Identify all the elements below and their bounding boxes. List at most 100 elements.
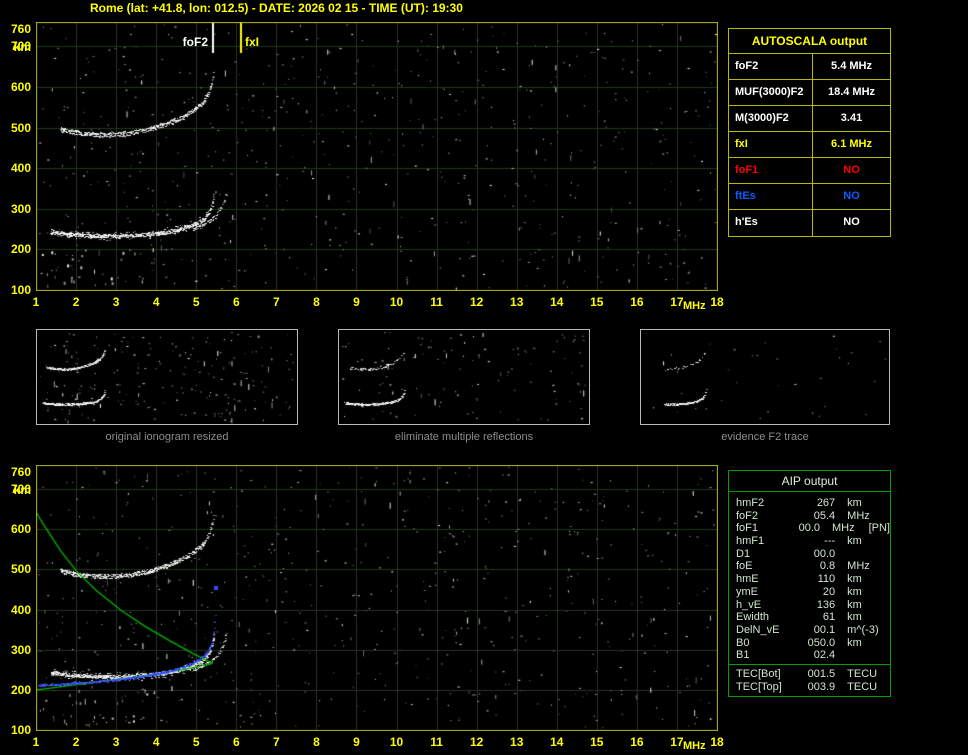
table-row: hmF2267km: [736, 497, 890, 510]
x-tick-label: 16: [626, 735, 648, 749]
param-value: 050.0: [796, 637, 835, 650]
x-tick-label: 1: [25, 735, 47, 749]
table-row: h'Es NO: [729, 210, 890, 236]
param-value: NO: [813, 184, 890, 209]
table-row: h_vE136km: [736, 599, 890, 612]
table-row: Ewidth61km: [736, 611, 890, 624]
param-name: B0: [736, 637, 796, 650]
x-tick-label: 18: [706, 735, 728, 749]
param-value: 5.4 MHz: [813, 54, 890, 79]
mini-panel-original: [36, 329, 298, 425]
mini-original-canvas: [37, 330, 297, 424]
top-ionogram-panel: foF2 fxI: [36, 22, 718, 291]
x-tick-label: 4: [145, 735, 167, 749]
aip-table-title: AIP output: [729, 471, 890, 492]
table-row: hmF1---km: [736, 535, 890, 548]
param-extra: [PN]: [869, 522, 890, 535]
autoscala-table-title: AUTOSCALA output: [729, 29, 890, 54]
param-value: 61: [796, 611, 835, 624]
mini-caption-cleaned: eliminate multiple reflections: [338, 431, 590, 443]
x-tick-label: 11: [426, 295, 448, 309]
param-name: fxI: [729, 132, 813, 157]
param-name: hmF1: [736, 535, 796, 548]
mini-cleaned-canvas: [339, 330, 589, 424]
x-tick-label: 13: [506, 735, 528, 749]
y-tick-label: 600: [0, 523, 31, 536]
x-tick-label: 6: [225, 735, 247, 749]
x-tick-label: 7: [265, 735, 287, 749]
param-name: D1: [736, 548, 796, 561]
param-name: MUF(3000)F2: [729, 80, 813, 105]
param-value: 00.0: [787, 522, 820, 535]
param-unit: km: [847, 535, 888, 548]
x-tick-label: 11: [426, 735, 448, 749]
y-tick-label: 200: [0, 243, 31, 256]
param-name: DelN_vE: [736, 624, 796, 637]
y-tick-label: 400: [0, 162, 31, 175]
table-row: foE0.8MHz: [736, 560, 890, 573]
table-row: B102.4: [736, 649, 890, 662]
param-unit: [847, 649, 888, 662]
x-tick-label: 15: [586, 735, 608, 749]
param-name: B1: [736, 649, 796, 662]
param-name: h'Es: [729, 210, 813, 236]
x-tick-label: 14: [546, 735, 568, 749]
param-name: foF2: [736, 510, 796, 523]
y-axis-unit: km: [0, 484, 31, 497]
param-value: 003.9: [796, 681, 835, 694]
param-value: 18.4 MHz: [813, 80, 890, 105]
y-tick-label: 760: [0, 466, 31, 479]
table-row: fxI 6.1 MHz: [729, 132, 890, 158]
param-name: hmE: [736, 573, 796, 586]
y-tick-label: 400: [0, 604, 31, 617]
x-tick-label: 16: [626, 295, 648, 309]
page-title: Rome (lat: +41.8, lon: 012.5) - DATE: 20…: [90, 1, 463, 15]
param-value: 267: [796, 497, 835, 510]
y-tick-label: 500: [0, 563, 31, 576]
param-name: Ewidth: [736, 611, 796, 624]
param-value: 6.1 MHz: [813, 132, 890, 157]
param-value: 20: [796, 586, 835, 599]
x-tick-label: 9: [345, 295, 367, 309]
table-row: foF1 NO: [729, 158, 890, 184]
x-tick-label: 2: [65, 295, 87, 309]
param-name: ymE: [736, 586, 796, 599]
table-row: MUF(3000)F2 18.4 MHz: [729, 80, 890, 106]
fof2-marker-label: foF2: [174, 35, 208, 49]
param-value: 3.41: [813, 106, 890, 131]
x-tick-label: 12: [466, 295, 488, 309]
x-tick-label: 10: [386, 295, 408, 309]
param-value: 00.0: [796, 548, 835, 561]
x-tick-label: 8: [305, 735, 327, 749]
x-tick-label: 8: [305, 295, 327, 309]
param-name: M(3000)F2: [729, 106, 813, 131]
aip-tec-section: TEC[Bot]001.5TECU TEC[Top]003.9TECU: [729, 664, 890, 693]
x-tick-label: 6: [225, 295, 247, 309]
table-row: DelN_vE00.1m^(-3): [736, 624, 890, 637]
param-name: TEC[Bot]: [736, 668, 796, 681]
param-unit: m^(-3): [847, 624, 888, 637]
autoscala-window: Rome (lat: +41.8, lon: 012.5) - DATE: 20…: [0, 0, 968, 755]
param-name: foF2: [729, 54, 813, 79]
x-tick-label: 15: [586, 295, 608, 309]
param-name: foF1: [729, 158, 813, 183]
param-value: 110: [796, 573, 835, 586]
x-tick-label: 4: [145, 295, 167, 309]
x-tick-label: 3: [105, 295, 127, 309]
table-row: hmE110km: [736, 573, 890, 586]
param-value: 05.4: [796, 510, 835, 523]
table-row: M(3000)F2 3.41: [729, 106, 890, 132]
param-value: 02.4: [796, 649, 835, 662]
y-tick-label: 200: [0, 684, 31, 697]
param-name: ftEs: [729, 184, 813, 209]
x-tick-label: 5: [185, 735, 207, 749]
mini-caption-original: original ionogram resized: [36, 431, 298, 443]
param-unit: km: [847, 637, 888, 650]
table-row: TEC[Bot]001.5TECU: [736, 668, 890, 681]
param-unit: TECU: [847, 668, 888, 681]
param-value: NO: [813, 158, 890, 183]
table-row: ftEs NO: [729, 184, 890, 210]
x-axis-unit: MHz: [683, 740, 706, 752]
x-tick-label: 14: [546, 295, 568, 309]
x-axis-unit: MHz: [683, 300, 706, 312]
